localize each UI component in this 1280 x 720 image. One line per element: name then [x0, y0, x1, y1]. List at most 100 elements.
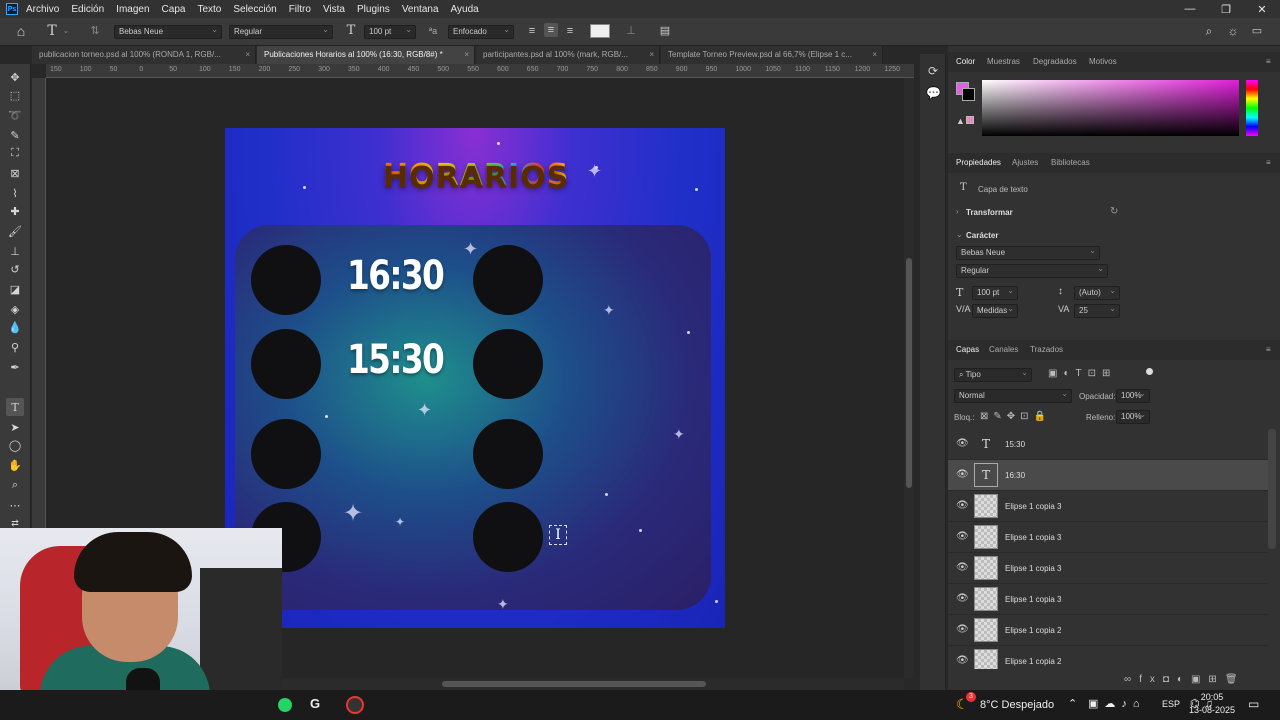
menu-ayuda[interactable]: Ayuda	[451, 4, 479, 15]
pen-tool-icon[interactable]: ✒	[6, 358, 24, 376]
type-tool-preset-icon[interactable]: T	[44, 24, 60, 38]
close-icon[interactable]: ×	[649, 46, 654, 64]
menu-edicion[interactable]: Edición	[71, 4, 104, 15]
menu-ventana[interactable]: Ventana	[402, 4, 439, 15]
tab-capas[interactable]: Capas	[956, 345, 979, 354]
maximize-icon[interactable]: ❐	[1208, 0, 1244, 18]
menu-archivo[interactable]: Archivo	[26, 4, 59, 15]
history-brush-tool-icon[interactable]: ↺	[6, 260, 24, 278]
reset-icon[interactable]: ↻	[1110, 206, 1118, 217]
menu-capa[interactable]: Capa	[162, 4, 186, 15]
lock-icons[interactable]: ⊠✎✥⊡🔒	[980, 411, 1051, 422]
lightbulb-icon[interactable]: ☼	[1226, 24, 1240, 38]
participant-avatar-placeholder[interactable]	[473, 419, 543, 489]
menu-seleccion[interactable]: Selección	[233, 4, 276, 15]
visibility-eye-icon[interactable]: 👁	[956, 624, 969, 635]
type-tool-icon[interactable]: T	[6, 398, 24, 416]
leading-field[interactable]: (Auto)	[1074, 285, 1120, 300]
language-indicator[interactable]: ESP	[1162, 699, 1180, 709]
warp-text-icon[interactable]: ⊥	[624, 24, 638, 38]
font-size-field[interactable]: 100 pt	[972, 285, 1018, 300]
quick-select-tool-icon[interactable]: ✎	[6, 126, 24, 144]
marquee-tool-icon[interactable]: ⬚	[6, 86, 24, 104]
chevron-right-icon[interactable]: ›	[956, 207, 959, 216]
text-orientation-icon[interactable]: ⇅	[88, 24, 102, 38]
layer-row[interactable]: 👁 Elipse 1 copia 3	[948, 553, 1268, 584]
whatsapp-icon[interactable]	[278, 698, 292, 712]
hand-tool-icon[interactable]: ✋	[6, 456, 24, 474]
layer-row[interactable]: 👁 Elipse 1 copia 2	[948, 646, 1268, 669]
font-family-select[interactable]: Bebas Neue	[956, 245, 1100, 260]
align-left-icon[interactable]: ≡	[526, 24, 538, 38]
tab-bibliotecas[interactable]: Bibliotecas	[1051, 158, 1090, 167]
tab-publicacion-torneo[interactable]: publicacion torneo.psd al 100% (RONDA 1,…	[32, 46, 256, 64]
clock-time[interactable]: 20:05	[1188, 692, 1236, 702]
menu-imagen[interactable]: Imagen	[116, 4, 149, 15]
tab-publicaciones-horarios[interactable]: Publicaciones Horarios al 100% (16:30, R…	[257, 46, 475, 64]
filter-toggle-icon[interactable]	[1146, 368, 1153, 375]
tab-propiedades[interactable]: Propiedades	[956, 158, 1001, 167]
path-selection-tool-icon[interactable]: ➤	[6, 418, 24, 436]
tab-degradados[interactable]: Degradados	[1033, 57, 1077, 66]
move-tool-icon[interactable]: ✥	[6, 68, 24, 86]
history-panel-icon[interactable]: ⟳	[926, 64, 940, 78]
tab-ajustes[interactable]: Ajustes	[1012, 158, 1038, 167]
menu-filtro[interactable]: Filtro	[289, 4, 311, 15]
tab-template-torneo[interactable]: Template Torneo Preview.psd al 66,7% (El…	[661, 46, 883, 64]
chevron-down-icon[interactable]: ⌄	[956, 230, 963, 239]
clock-date[interactable]: 13-08-2025	[1188, 705, 1236, 715]
participant-avatar-placeholder[interactable]	[473, 502, 543, 572]
eraser-tool-icon[interactable]: ◪	[6, 280, 24, 298]
close-icon[interactable]: ×	[464, 46, 469, 64]
artboard[interactable]: ✦ HORARIOS ✦ ✦ ✦ ✦ ✦ ✦ ✦ 16:30 15:30 I	[225, 128, 725, 628]
layer-row[interactable]: 👁 Elipse 1 copia 3	[948, 491, 1268, 522]
layer-filter-select[interactable]: ⌕ Tipo	[954, 367, 1032, 382]
home-icon[interactable]: ⌂	[12, 24, 30, 38]
tray-icons[interactable]: ▣☁♪⌂	[1088, 697, 1146, 710]
comments-panel-icon[interactable]: 💬	[926, 86, 941, 100]
dodge-tool-icon[interactable]: ⚲	[6, 338, 24, 356]
character-section-label[interactable]: Carácter	[966, 231, 998, 240]
lasso-tool-icon[interactable]: ➰	[6, 106, 24, 124]
workspace-icon[interactable]: ▭	[1250, 24, 1264, 38]
blend-mode-select[interactable]: Normal	[954, 388, 1072, 403]
tab-color[interactable]: Color	[956, 57, 975, 66]
kerning-field[interactable]: Medidas	[972, 303, 1018, 318]
color-picker-field[interactable]	[982, 80, 1239, 136]
font-style-select[interactable]: Regular	[956, 263, 1108, 278]
time-label-1530[interactable]: 15:30	[347, 337, 445, 383]
visibility-eye-icon[interactable]: 👁	[956, 438, 969, 449]
zoom-tool-icon[interactable]: ⌕	[6, 476, 24, 494]
align-right-icon[interactable]: ≡	[564, 24, 576, 38]
visibility-eye-icon[interactable]: 👁	[956, 469, 969, 480]
vertical-scrollbar[interactable]	[904, 78, 914, 678]
tab-participantes[interactable]: participantes.psd al 100% (mark, RGB/...…	[476, 46, 660, 64]
panel-menu-icon[interactable]: ≡	[1266, 345, 1271, 354]
layer-row[interactable]: 👁 Elipse 1 copia 3	[948, 584, 1268, 615]
blur-tool-icon[interactable]: 💧	[6, 318, 24, 336]
tab-motivos[interactable]: Motivos	[1089, 57, 1117, 66]
scroll-thumb[interactable]	[906, 258, 912, 488]
antialias-select[interactable]: Enfocado	[448, 24, 514, 39]
eyedropper-tool-icon[interactable]: ⌇	[6, 184, 24, 202]
transform-section-label[interactable]: Transformar	[966, 208, 1013, 217]
panel-menu-icon[interactable]: ≡	[1266, 158, 1271, 167]
tab-trazados[interactable]: Trazados	[1030, 345, 1063, 354]
notification-icon[interactable]: ▭	[1248, 697, 1259, 711]
fill-field[interactable]: 100%	[1116, 409, 1150, 424]
brush-tool-icon[interactable]: 🖌	[6, 222, 24, 240]
visibility-eye-icon[interactable]: 👁	[956, 562, 969, 573]
font-family-select[interactable]: Bebas Neue	[114, 24, 222, 39]
menu-vista[interactable]: Vista	[323, 4, 345, 15]
time-label-1630[interactable]: 16:30	[347, 253, 445, 299]
close-icon[interactable]: ×	[872, 46, 877, 64]
recording-app-icon[interactable]	[346, 696, 364, 714]
layers-footer-icons[interactable]: ∞fx◘◐▣⊞🗑	[1124, 674, 1246, 685]
close-window-icon[interactable]: ✕	[1244, 0, 1280, 18]
participant-avatar-placeholder[interactable]	[251, 419, 321, 489]
participant-avatar-placeholder[interactable]	[473, 245, 543, 315]
menu-plugins[interactable]: Plugins	[357, 4, 390, 15]
search-icon[interactable]: ⌕	[1202, 24, 1216, 38]
tracking-field[interactable]: 25	[1074, 303, 1120, 318]
close-icon[interactable]: ×	[245, 46, 250, 64]
